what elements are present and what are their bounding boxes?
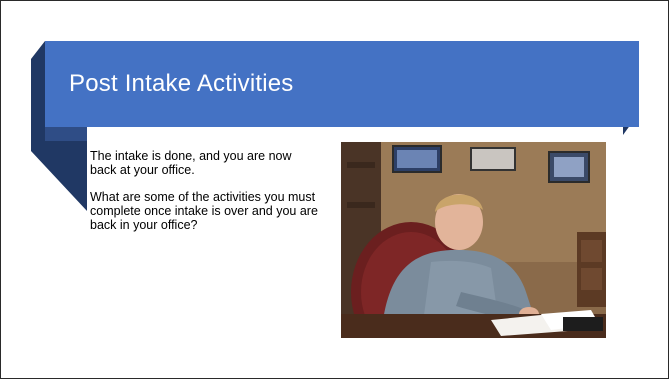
slide-title: Post Intake Activities — [69, 70, 294, 97]
office-worker-photo — [341, 142, 606, 338]
body-text: The intake is done, and you are now back… — [90, 149, 320, 245]
paragraph-1: The intake is done, and you are now back… — [90, 149, 292, 177]
banner-left-fold — [45, 127, 87, 141]
slide: Post Intake Activities The intake is don… — [0, 0, 669, 379]
paragraph-2: What are some of the activities you must… — [90, 190, 318, 232]
